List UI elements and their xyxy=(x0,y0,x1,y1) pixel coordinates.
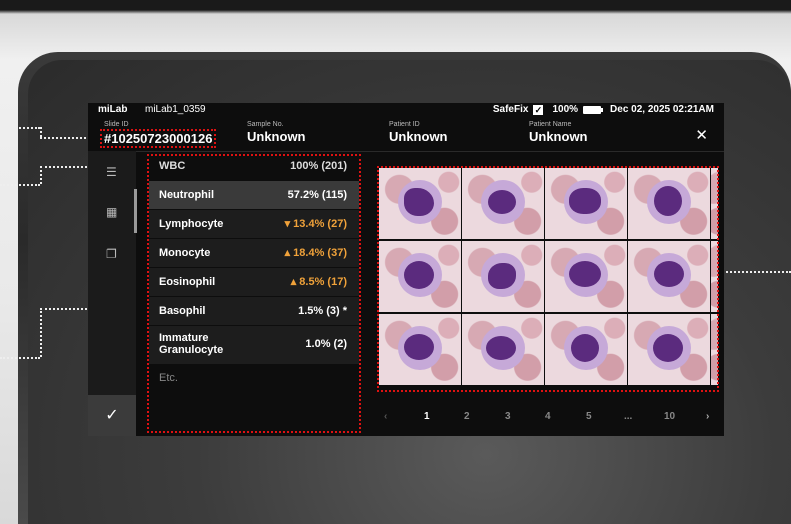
cell-name: Lymphocyte xyxy=(159,218,224,230)
etc-label: Etc. xyxy=(159,372,178,384)
slide-id-value: #10250723000126 xyxy=(100,129,217,148)
sidebar: ☰ ▦ ❐ xyxy=(88,151,137,436)
chevron-left-icon[interactable]: ‹ xyxy=(384,411,387,422)
patient-name-field: Patient Name Unknown xyxy=(529,121,588,144)
checklist-icon[interactable]: ☰ xyxy=(106,165,117,179)
cell-row-basophil[interactable]: Basophil 1.5% (3) * xyxy=(149,297,359,325)
patient-name-value: Unknown xyxy=(529,129,588,144)
patient-id-label: Patient ID xyxy=(389,121,420,128)
battery-percent: 100% xyxy=(552,104,579,115)
check-icon[interactable]: ✓ xyxy=(88,395,136,436)
patient-id-field: Patient ID Unknown xyxy=(389,121,448,144)
sidebar-active-indicator xyxy=(134,189,137,233)
cell-value: 1.0% (2) xyxy=(305,338,347,350)
sample-label: Sample No. xyxy=(247,121,284,128)
pagination: ‹ 1 2 3 4 5 ... 10 › xyxy=(378,411,724,425)
status-bar: miLab miLab1_0359 SafeFix ✓ 100% Dec 02,… xyxy=(88,103,724,117)
safefix-checkbox-icon[interactable]: ✓ xyxy=(533,104,544,115)
wbc-label: WBC xyxy=(159,160,186,172)
device-id: miLab1_0359 xyxy=(145,104,206,115)
image-grid-highlight xyxy=(377,166,719,392)
brand-label: miLab xyxy=(98,104,128,115)
slide-id-label: Slide ID xyxy=(104,121,129,128)
sample-value: Unknown xyxy=(247,129,306,144)
cell-name: Monocyte xyxy=(159,247,211,259)
cell-row-eosinophil[interactable]: Eosinophil ▴ 8.5% (17) xyxy=(149,268,359,296)
etc-row: Etc. xyxy=(149,368,359,388)
datetime: Dec 02, 2025 02:21AM xyxy=(610,104,714,115)
status-right: SafeFix ✓ 100% Dec 02, 2025 02:21AM xyxy=(493,104,714,115)
page-3[interactable]: 3 xyxy=(505,411,511,422)
page-2[interactable]: 2 xyxy=(464,411,470,422)
cell-row-monocyte[interactable]: Monocyte ▴ 18.4% (37) xyxy=(149,239,359,267)
cell-name: Basophil xyxy=(159,305,206,317)
cell-name: Immature Granulocyte xyxy=(159,332,224,356)
chevron-right-icon[interactable]: › xyxy=(706,411,709,422)
callout-line xyxy=(40,308,42,357)
wbc-value: 100% (201) xyxy=(290,160,347,172)
page-4[interactable]: 4 xyxy=(545,411,551,422)
page-10[interactable]: 10 xyxy=(664,411,675,422)
cell-name: Eosinophil xyxy=(159,276,216,288)
wbc-row: WBC 100% (201) xyxy=(149,156,359,176)
slide-id-field: Slide ID #10250723000126 xyxy=(100,121,217,148)
callout-line xyxy=(719,271,791,273)
cell-value: 57.2% (115) xyxy=(287,189,347,201)
callout-line xyxy=(0,184,40,186)
close-icon[interactable]: ✕ xyxy=(695,126,708,144)
cell-row-neutrophil[interactable]: Neutrophil 57.2% (115) xyxy=(149,181,359,209)
header: Slide ID #10250723000126 Sample No. Unkn… xyxy=(88,117,724,152)
callout-line xyxy=(0,357,40,359)
sample-field: Sample No. Unknown xyxy=(247,121,306,144)
callout-line xyxy=(40,127,42,137)
page-ellipsis: ... xyxy=(624,411,633,422)
callout-line xyxy=(40,166,42,184)
page-5[interactable]: 5 xyxy=(586,411,592,422)
cell-row-lymphocyte[interactable]: Lymphocyte ▾ 13.4% (27) xyxy=(149,210,359,238)
patient-id-value: Unknown xyxy=(389,129,448,144)
battery-icon xyxy=(583,105,604,114)
grid-icon[interactable]: ▦ xyxy=(106,205,117,219)
safefix-label: SafeFix xyxy=(492,104,529,115)
cell-count-panel: WBC 100% (201) Neutrophil 57.2% (115) Ly… xyxy=(147,154,361,433)
layers-icon[interactable]: ❐ xyxy=(106,247,117,261)
patient-name-label: Patient Name xyxy=(529,121,572,128)
cell-name: Neutrophil xyxy=(159,189,214,201)
cell-value: ▴ 18.4% (37) xyxy=(284,247,347,259)
cell-row-immature-granulocyte[interactable]: Immature Granulocyte 1.0% (2) xyxy=(149,326,359,364)
cell-value: 1.5% (3) * xyxy=(298,305,347,317)
callout-line xyxy=(0,127,40,129)
cell-value: ▾ 13.4% (27) xyxy=(284,218,347,230)
cell-value: ▴ 8.5% (17) xyxy=(290,276,347,288)
page-1[interactable]: 1 xyxy=(424,411,430,422)
